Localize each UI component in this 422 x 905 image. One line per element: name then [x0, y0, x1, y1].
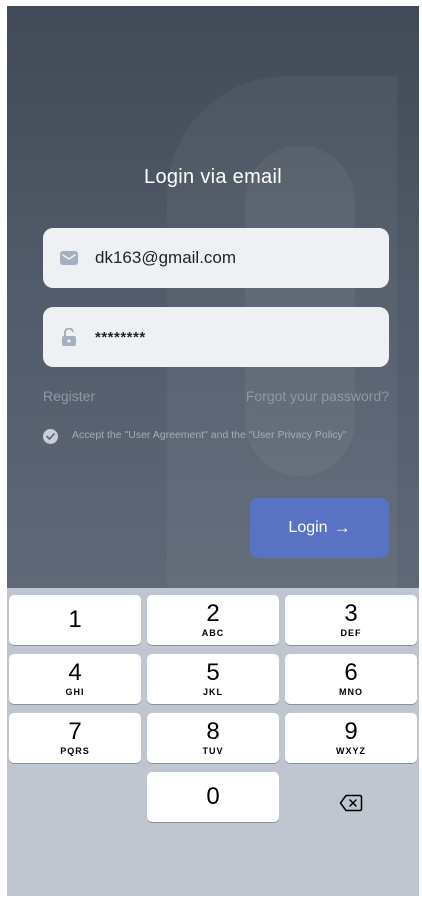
key-letters: TUV: [202, 746, 224, 756]
key-letters: JKL: [202, 687, 223, 697]
forgot-password-link[interactable]: Forgot your password?: [246, 388, 389, 404]
email-field[interactable]: dk163@gmail.com: [43, 228, 389, 288]
lock-icon: [59, 327, 79, 347]
key-3[interactable]: 3 DEF: [285, 595, 417, 645]
key-digit: 7: [68, 718, 82, 745]
key-digit: 5: [206, 659, 220, 686]
checkmark-icon: [46, 433, 55, 440]
key-7[interactable]: 7 PQRS: [9, 713, 141, 763]
key-letters: GHI: [65, 687, 85, 697]
key-letters: WXYZ: [336, 746, 366, 756]
key-2[interactable]: 2 ABC: [147, 595, 279, 645]
key-5[interactable]: 5 JKL: [147, 654, 279, 704]
key-digit: 6: [344, 659, 358, 686]
login-button[interactable]: Login →: [250, 498, 389, 558]
key-digit: 9: [344, 718, 358, 745]
agreement-checkbox[interactable]: [43, 429, 58, 444]
key-9[interactable]: 9 WXYZ: [285, 713, 417, 763]
key-digit: 8: [206, 718, 220, 745]
key-8[interactable]: 8 TUV: [147, 713, 279, 763]
email-value: dk163@gmail.com: [95, 248, 237, 267]
key-6[interactable]: 6 MNO: [285, 654, 417, 704]
backspace-icon: [339, 794, 363, 812]
key-letters: PQRS: [60, 746, 90, 756]
key-digit: 2: [206, 600, 220, 627]
key-digit: 1: [68, 606, 82, 633]
delete-key[interactable]: [285, 778, 417, 828]
key-digit: 0: [206, 783, 220, 810]
password-field[interactable]: ********: [43, 307, 389, 367]
key-1[interactable]: 1: [9, 595, 141, 645]
login-button-label: Login: [288, 519, 328, 536]
phone-screen: Login via email dk163@gmail.com ********: [7, 6, 419, 896]
key-digit: 4: [68, 659, 82, 686]
register-link[interactable]: Register: [43, 388, 95, 404]
page-title: Login via email: [144, 166, 282, 188]
key-letters: DEF: [340, 628, 362, 638]
key-0[interactable]: 0: [147, 772, 279, 822]
arrow-right-icon: →: [333, 518, 351, 537]
key-letters: MNO: [339, 687, 363, 697]
mail-icon: [59, 248, 79, 268]
auth-links: Register Forgot your password?: [43, 388, 389, 404]
agreement-row: Accept the "User Agreement" and the "Use…: [43, 428, 389, 444]
login-panel: Login via email dk163@gmail.com ********: [7, 6, 419, 588]
agreement-text: Accept the "User Agreement" and the "Use…: [72, 429, 347, 441]
key-letters: ABC: [201, 628, 225, 638]
key-4[interactable]: 4 GHI: [9, 654, 141, 704]
key-digit: 3: [344, 600, 358, 627]
numeric-keypad: 1 2 ABC 3 DEF 4 GHI 5 JKL 6 MNO 7 PQRS 8…: [7, 588, 419, 896]
password-value: ********: [95, 328, 146, 346]
